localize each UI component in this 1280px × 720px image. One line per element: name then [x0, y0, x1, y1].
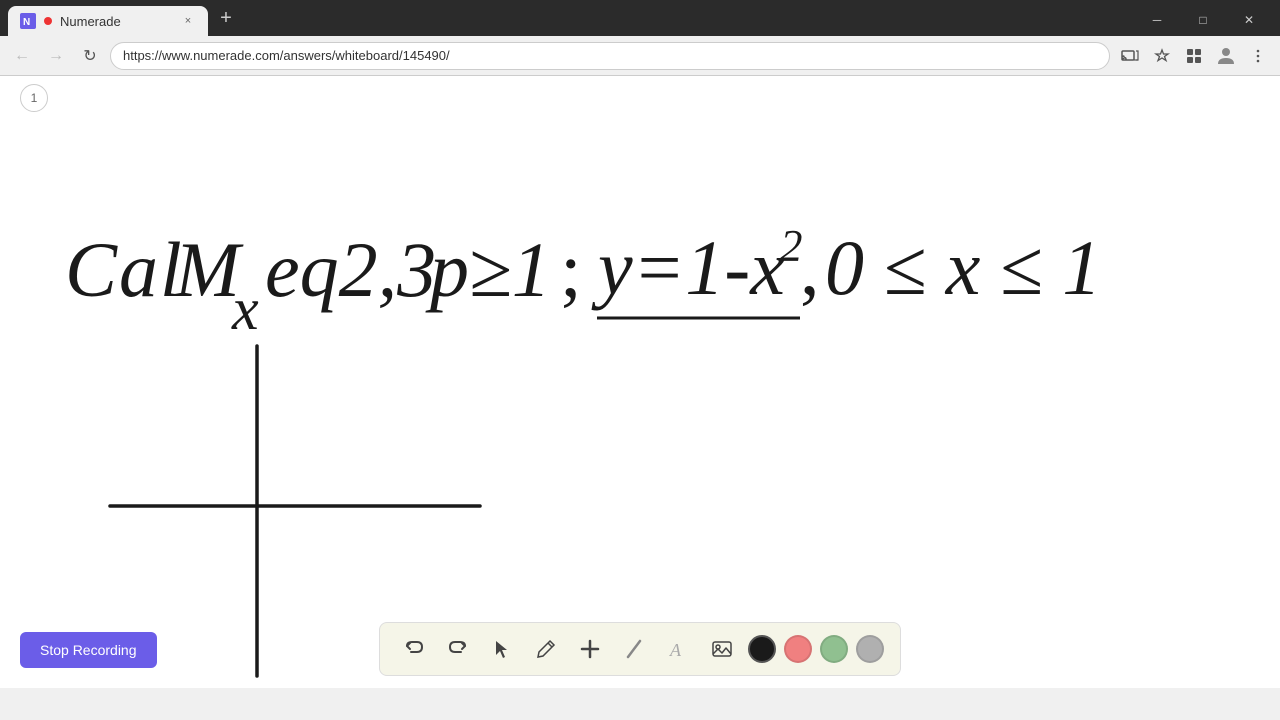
refresh-button[interactable]: ↻: [76, 42, 104, 70]
browser-menu-icon[interactable]: [1244, 42, 1272, 70]
add-button[interactable]: [572, 631, 608, 667]
svg-text:;: ;: [560, 226, 582, 313]
text-tool-button[interactable]: A: [660, 631, 696, 667]
color-pink-button[interactable]: [784, 635, 812, 663]
svg-text:x: x: [231, 276, 259, 342]
extensions-icon[interactable]: [1180, 42, 1208, 70]
window-controls: ─ □ ✕: [1134, 4, 1272, 36]
new-tab-button[interactable]: +: [212, 4, 240, 32]
svg-text:N: N: [23, 17, 30, 28]
image-button[interactable]: [704, 631, 740, 667]
cast-icon[interactable]: [1116, 42, 1144, 70]
tab-bar: N Numerade × + ─ □ ✕: [0, 0, 1280, 36]
svg-text:y=1-x: y=1-x: [591, 224, 785, 311]
stop-recording-button[interactable]: Stop Recording: [20, 632, 157, 668]
svg-text:,: ,: [800, 224, 820, 311]
address-bar[interactable]: https://www.numerade.com/answers/whitebo…: [110, 42, 1110, 70]
nav-icons: [1116, 42, 1272, 70]
pen-tool-button[interactable]: [528, 631, 564, 667]
tab-close-button[interactable]: ×: [180, 13, 196, 29]
redo-button[interactable]: [440, 631, 476, 667]
math-content: Cal M x eq2,3 p≥1 ; y=1-x 2 , 0 ≤ x ≤ 1: [0, 76, 1280, 688]
nav-bar: ← → ↻ https://www.numerade.com/answers/w…: [0, 36, 1280, 76]
color-black-button[interactable]: [748, 635, 776, 663]
select-tool-button[interactable]: [484, 631, 520, 667]
svg-text:A: A: [669, 640, 682, 660]
active-tab[interactable]: N Numerade ×: [8, 6, 208, 36]
eraser-button[interactable]: [616, 631, 652, 667]
color-gray-button[interactable]: [856, 635, 884, 663]
color-green-button[interactable]: [820, 635, 848, 663]
close-button[interactable]: ✕: [1226, 4, 1272, 36]
svg-text:eq2,3: eq2,3: [265, 226, 436, 313]
tab-title: Numerade: [60, 14, 172, 29]
whiteboard[interactable]: 1 Cal M x eq2,3 p≥1 ; y=1-x 2 , 0 ≤ x ≤ …: [0, 76, 1280, 688]
minimize-button[interactable]: ─: [1134, 4, 1180, 36]
svg-text:0 ≤ x ≤ 1: 0 ≤ x ≤ 1: [825, 224, 1101, 311]
forward-button[interactable]: →: [42, 42, 70, 70]
undo-button[interactable]: [396, 631, 432, 667]
back-button[interactable]: ←: [8, 42, 36, 70]
svg-text:Cal: Cal: [65, 226, 184, 313]
svg-text:p≥1: p≥1: [425, 226, 551, 313]
recording-indicator: [44, 17, 52, 25]
maximize-button[interactable]: □: [1180, 4, 1226, 36]
url-text: https://www.numerade.com/answers/whitebo…: [123, 48, 1097, 63]
tab-favicon: N: [20, 13, 36, 29]
drawing-toolbar: A: [379, 622, 901, 676]
bookmark-icon[interactable]: [1148, 42, 1176, 70]
profile-icon[interactable]: [1212, 42, 1240, 70]
